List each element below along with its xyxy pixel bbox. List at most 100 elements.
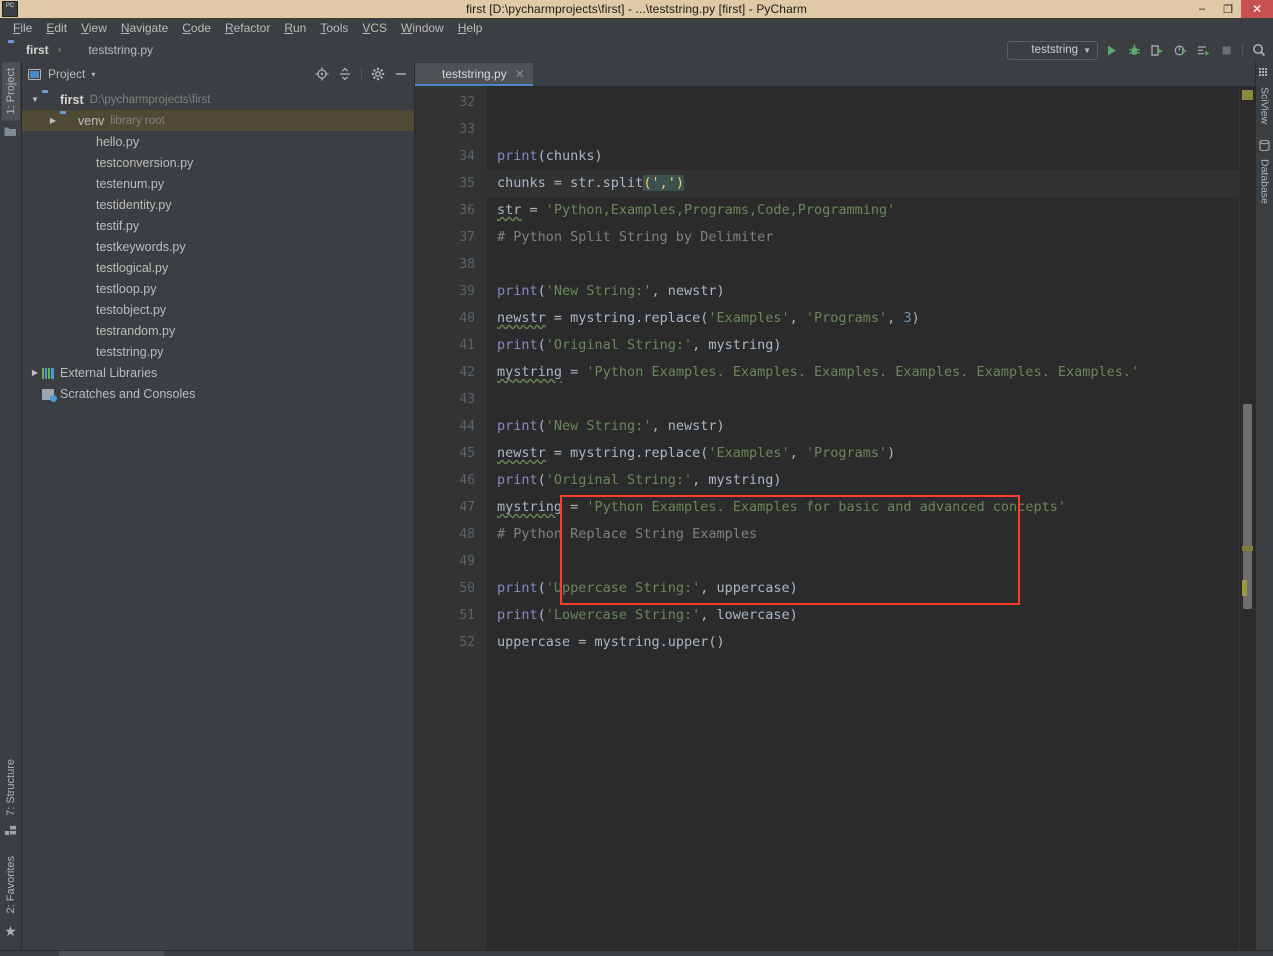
code-line[interactable] (487, 386, 1239, 413)
tree-node[interactable]: Scratches and Consoles (22, 383, 414, 404)
tree-node[interactable]: testkeywords.py (22, 236, 414, 257)
line-number[interactable]: 41 (415, 332, 475, 359)
code-line[interactable]: print('New String:', newstr) (487, 278, 1239, 305)
sidebar-item-database[interactable]: Database (1257, 153, 1273, 210)
menu-item-refactor[interactable]: Refactor (218, 20, 277, 36)
sidebar-item-project[interactable]: 1: Project (1, 62, 20, 121)
coverage-icon[interactable] (1147, 40, 1167, 60)
code-line[interactable]: uppercase = mystring.upper() (487, 629, 1239, 656)
menu-item-window[interactable]: Window (394, 20, 451, 36)
tree-node[interactable]: ▼ first D:\pycharmprojects\first (22, 89, 414, 110)
line-number[interactable]: 35 (415, 170, 475, 197)
menu-item-code[interactable]: Code (175, 20, 218, 36)
project-tree[interactable]: ▼ first D:\pycharmprojects\first ▶ venv libra… (22, 86, 414, 950)
line-number[interactable]: 49 (415, 548, 475, 575)
sidebar-item-structure[interactable]: 7: Structure (2, 753, 20, 822)
sidebar-item-favorites[interactable]: 2: Favorites (2, 850, 20, 919)
line-number[interactable]: 32 (415, 89, 475, 116)
code-line[interactable]: chunks = str.split(',') (487, 170, 1239, 197)
code-line[interactable]: print('Original String:', mystring) (487, 467, 1239, 494)
warning-marker[interactable] (1242, 546, 1253, 551)
run-tab-teststring[interactable]: teststring ✕ (59, 951, 165, 956)
line-number[interactable]: 47 (415, 494, 475, 521)
line-number[interactable]: 48 (415, 521, 475, 548)
code-line[interactable]: print('Lowercase String:', lowercase) (487, 602, 1239, 629)
line-number[interactable]: 34 (415, 143, 475, 170)
settings-gear-icon[interactable] (371, 67, 385, 81)
menu-item-navigate[interactable]: Navigate (114, 20, 175, 36)
code-editor[interactable]: 32 33 34 35 36 37 38 39 40 41 42 43 44 45 46 47 48 49 50 51… (415, 86, 1255, 950)
run-configuration-selector[interactable]: teststring ▼ (1007, 40, 1098, 60)
collapse-all-icon[interactable] (338, 67, 352, 81)
minimize-button[interactable]: – (1189, 0, 1215, 18)
breadcrumb-file[interactable]: teststring.py (88, 43, 153, 57)
menu-item-tools[interactable]: Tools (313, 20, 355, 36)
expand-arrow-icon[interactable]: ▼ (28, 95, 42, 104)
code-line[interactable]: # Python Replace String Examples (487, 521, 1239, 548)
line-number[interactable]: 39 (415, 278, 475, 305)
code-line[interactable]: print('Original String:', mystring) (487, 332, 1239, 359)
tree-node[interactable]: ▶ External Libraries (22, 362, 414, 383)
editor-gutter[interactable]: 32 33 34 35 36 37 38 39 40 41 42 43 44 45 46 47 48 49 50 51… (415, 86, 487, 950)
code-line[interactable]: print('New String:', newstr) (487, 413, 1239, 440)
code-line[interactable]: mystring = 'Python Examples. Examples fo… (487, 494, 1239, 521)
search-everywhere-icon[interactable] (1249, 40, 1269, 60)
menu-item-help[interactable]: Help (451, 20, 490, 36)
profile-icon[interactable] (1170, 40, 1190, 60)
tab-teststring-py[interactable]: teststring.py ✕ (415, 63, 533, 86)
tree-node[interactable]: ▶ venv library root (22, 110, 414, 131)
line-number[interactable]: 37 (415, 224, 475, 251)
menu-item-file[interactable]: File (6, 20, 39, 36)
debug-icon[interactable] (1124, 40, 1144, 60)
run-with-console-icon[interactable] (1193, 40, 1213, 60)
editor-code-area[interactable]: print(chunks) chunks = str.split(',') str … (487, 86, 1239, 950)
hide-icon[interactable] (394, 67, 408, 81)
code-line[interactable]: str = 'Python,Examples,Programs,Code,Pro… (487, 197, 1239, 224)
menu-item-view[interactable]: View (74, 20, 114, 36)
code-line[interactable]: print(chunks) (487, 143, 1239, 170)
code-line[interactable]: newstr = mystring.replace('Examples', 'P… (487, 440, 1239, 467)
code-line[interactable]: # Python Split String by Delimiter (487, 224, 1239, 251)
expand-arrow-icon[interactable]: ▶ (28, 368, 42, 377)
tree-node[interactable]: testidentity.py (22, 194, 414, 215)
code-line[interactable] (487, 548, 1239, 575)
locate-icon[interactable] (315, 67, 329, 81)
tree-node[interactable]: testenum.py (22, 173, 414, 194)
maximize-button[interactable]: ❐ (1215, 0, 1241, 18)
tree-node[interactable]: testloop.py (22, 278, 414, 299)
tree-node[interactable]: teststring.py (22, 341, 414, 362)
line-number[interactable]: 46 (415, 467, 475, 494)
run-icon[interactable] (1101, 40, 1121, 60)
warning-marker[interactable] (1242, 580, 1247, 596)
code-line[interactable] (487, 89, 1239, 116)
tree-node[interactable]: testlogical.py (22, 257, 414, 278)
code-line[interactable]: mystring = 'Python Examples. Examples. E… (487, 359, 1239, 386)
tree-node[interactable]: testconversion.py (22, 152, 414, 173)
code-line[interactable] (487, 116, 1239, 143)
line-number[interactable]: 45 (415, 440, 475, 467)
line-number[interactable]: 44 (415, 413, 475, 440)
sidebar-item-sciview[interactable]: SciView (1257, 81, 1273, 130)
line-number[interactable]: 38 (415, 251, 475, 278)
line-number[interactable]: 51 (415, 602, 475, 629)
chevron-down-icon[interactable]: ▾ (91, 70, 95, 79)
line-number[interactable]: 42 (415, 359, 475, 386)
line-number[interactable]: 36 (415, 197, 475, 224)
close-icon[interactable]: ✕ (515, 67, 525, 81)
tree-node[interactable]: testif.py (22, 215, 414, 236)
line-number[interactable]: 40 (415, 305, 475, 332)
line-number[interactable]: 50 (415, 575, 475, 602)
code-line[interactable]: print('Uppercase String:', uppercase) (487, 575, 1239, 602)
line-number[interactable]: 33 (415, 116, 475, 143)
expand-arrow-icon[interactable]: ▶ (46, 116, 60, 125)
stop-icon[interactable] (1216, 40, 1236, 60)
menu-item-edit[interactable]: Edit (39, 20, 74, 36)
menu-item-run[interactable]: Run (277, 20, 313, 36)
tree-node[interactable]: hello.py (22, 131, 414, 152)
tree-node[interactable]: testrandom.py (22, 320, 414, 341)
code-line[interactable]: newstr = mystring.replace('Examples', 'P… (487, 305, 1239, 332)
tree-node[interactable]: testobject.py (22, 299, 414, 320)
editor-scrollbar-thumb[interactable] (1243, 404, 1252, 609)
line-number[interactable]: 52 (415, 629, 475, 656)
warning-marker[interactable] (1242, 90, 1253, 100)
